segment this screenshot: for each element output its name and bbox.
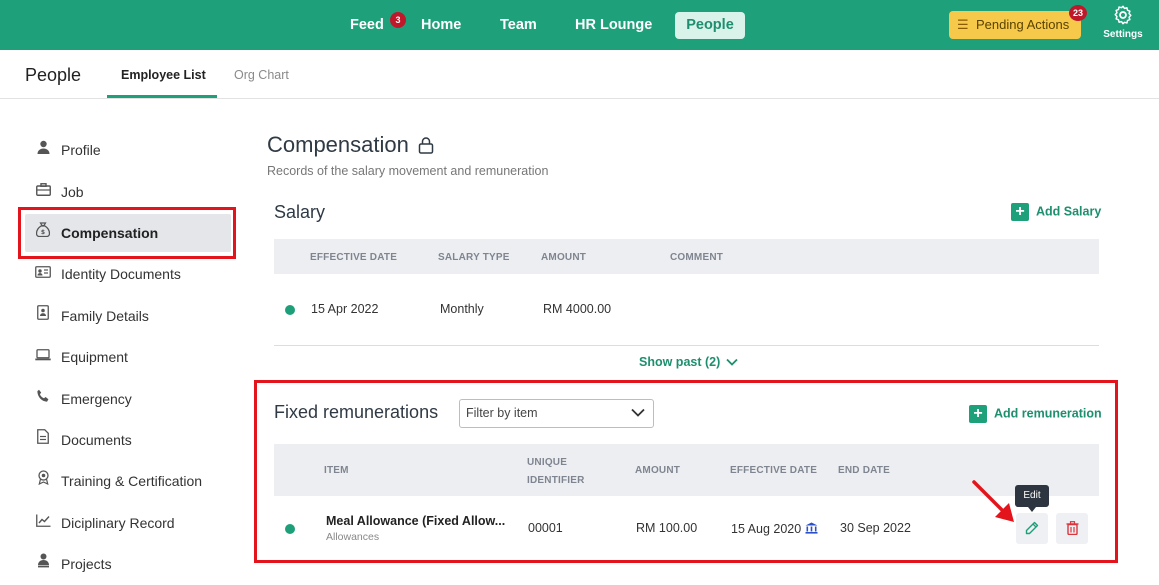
pencil-icon bbox=[1025, 521, 1039, 535]
item-category: Allowances bbox=[326, 531, 380, 543]
sidebar-item-label: Projects bbox=[61, 556, 112, 572]
feed-badge: 3 bbox=[390, 12, 406, 28]
sidebar-item-label: Job bbox=[61, 184, 84, 200]
page-subtitle: Records of the salary movement and remun… bbox=[267, 164, 549, 178]
document-icon bbox=[35, 421, 51, 459]
active-tab-indicator bbox=[107, 95, 217, 98]
column-header: IDENTIFIER bbox=[527, 475, 585, 486]
status-dot bbox=[285, 305, 295, 315]
item-name: Meal Allowance (Fixed Allow... bbox=[326, 514, 506, 528]
column-header: SALARY TYPE bbox=[438, 252, 510, 263]
checklist-icon: ☰ bbox=[957, 17, 969, 32]
tab-org-chart[interactable]: Org Chart bbox=[234, 68, 289, 82]
sidebar-item-label: Training & Certification bbox=[61, 473, 203, 489]
person-badge-icon bbox=[35, 545, 51, 583]
plus-icon: + bbox=[1011, 203, 1029, 221]
gear-icon bbox=[1114, 5, 1132, 25]
sidebar-item-training-certification[interactable]: Training & Certification bbox=[25, 462, 231, 500]
lock-icon bbox=[418, 137, 434, 154]
sidebar-item-label: Documents bbox=[61, 432, 132, 448]
sidebar-item-label: Identity Documents bbox=[61, 266, 181, 282]
column-header: AMOUNT bbox=[635, 465, 681, 476]
page-title: Compensation bbox=[267, 132, 434, 158]
show-past-label: Show past (2) bbox=[639, 355, 721, 369]
family-icon bbox=[35, 297, 51, 335]
add-remuneration-label: Add remuneration bbox=[994, 406, 1102, 421]
page-title-text: Compensation bbox=[267, 132, 409, 157]
nav-feed[interactable]: Feed bbox=[338, 12, 396, 39]
effective-date: 15 Apr 2022 bbox=[311, 302, 379, 316]
chart-icon bbox=[35, 504, 51, 542]
column-header: UNIQUE bbox=[527, 457, 568, 468]
add-remuneration-button[interactable]: + Add remuneration bbox=[969, 405, 1102, 423]
end-date: 30 Sep 2022 bbox=[840, 521, 911, 535]
laptop-icon bbox=[35, 338, 51, 376]
sidebar-item-label: Diciplinary Record bbox=[61, 515, 175, 531]
delete-button[interactable] bbox=[1056, 513, 1088, 544]
chevron-down-icon bbox=[631, 400, 645, 427]
divider bbox=[274, 345, 1099, 346]
add-salary-label: Add Salary bbox=[1036, 204, 1102, 219]
filter-select-value: Filter by item bbox=[466, 406, 538, 420]
show-past-button[interactable]: Show past (2) bbox=[639, 355, 738, 369]
column-header: EFFECTIVE DATE bbox=[730, 465, 818, 476]
tab-employee-list[interactable]: Employee List bbox=[121, 68, 206, 82]
sidebar-item-label: Emergency bbox=[61, 391, 132, 407]
sidebar-item-identity-documents[interactable]: Identity Documents bbox=[25, 255, 231, 293]
fixed-remunerations-title: Fixed remunerations bbox=[274, 402, 439, 422]
sidebar-item-equipment[interactable]: Equipment bbox=[25, 338, 231, 376]
status-dot bbox=[285, 524, 295, 534]
pending-actions-badge: 23 bbox=[1069, 5, 1087, 21]
salary-title: Salary bbox=[274, 202, 326, 222]
column-header: ITEM bbox=[324, 465, 349, 476]
column-header: COMMENT bbox=[670, 252, 724, 263]
effective-date-text: 15 Aug 2020 bbox=[731, 522, 802, 536]
nav-people[interactable]: People bbox=[675, 12, 745, 39]
nav-hr-lounge[interactable]: HR Lounge bbox=[563, 12, 664, 39]
nav-home[interactable]: Home bbox=[409, 12, 473, 39]
bank-icon bbox=[805, 522, 818, 534]
phone-icon bbox=[35, 380, 51, 418]
sub-header: People Employee List Org Chart bbox=[0, 50, 1159, 99]
annotation-arrow bbox=[972, 480, 1014, 522]
pending-actions-button[interactable]: ☰ Pending Actions bbox=[949, 11, 1081, 39]
sidebar-item-diciplinary-record[interactable]: Diciplinary Record bbox=[25, 504, 231, 542]
sidebar-item-family-details[interactable]: Family Details bbox=[25, 297, 231, 335]
effective-date: 15 Aug 2020 bbox=[731, 522, 818, 536]
add-salary-button[interactable]: + Add Salary bbox=[1011, 203, 1101, 221]
amount: RM 4000.00 bbox=[543, 302, 612, 316]
award-icon bbox=[35, 462, 51, 500]
top-navigation-bar: Feed 3 Home Team HR Lounge People ☰ Pend… bbox=[0, 0, 1159, 50]
section-title: People bbox=[25, 65, 82, 85]
id-card-icon bbox=[35, 255, 51, 293]
trash-icon bbox=[1066, 521, 1079, 535]
column-header: EFFECTIVE DATE bbox=[310, 252, 398, 263]
salary-type: Monthly bbox=[440, 302, 484, 316]
chevron-down-icon bbox=[726, 358, 738, 366]
user-icon bbox=[35, 131, 51, 169]
settings-label: Settings bbox=[1103, 29, 1143, 40]
sidebar-item-job[interactable]: Job bbox=[25, 173, 231, 211]
plus-icon: + bbox=[969, 405, 987, 423]
filter-by-item-select[interactable]: Filter by item bbox=[459, 399, 654, 428]
sidebar-item-label: Profile bbox=[61, 142, 101, 158]
highlight-box-compensation bbox=[18, 207, 236, 259]
briefcase-icon bbox=[35, 173, 51, 211]
sidebar-item-label: Family Details bbox=[61, 308, 149, 324]
pending-actions-label: Pending Actions bbox=[976, 17, 1070, 32]
sidebar-item-label: Equipment bbox=[61, 349, 128, 365]
sidebar-item-emergency[interactable]: Emergency bbox=[25, 380, 231, 418]
sidebar-item-documents[interactable]: Documents bbox=[25, 421, 231, 459]
nav-team[interactable]: Team bbox=[488, 12, 549, 39]
sidebar-item-profile[interactable]: Profile bbox=[25, 131, 231, 169]
salary-table-header: EFFECTIVE DATE SALARY TYPE AMOUNT COMMEN… bbox=[274, 239, 1099, 274]
unique-identifier: 00001 bbox=[528, 521, 563, 535]
column-header: END DATE bbox=[838, 465, 890, 476]
column-header: AMOUNT bbox=[541, 252, 587, 263]
amount: RM 100.00 bbox=[636, 521, 698, 535]
settings-button[interactable]: Settings bbox=[1100, 4, 1146, 40]
sidebar-item-projects[interactable]: Projects bbox=[25, 545, 231, 583]
